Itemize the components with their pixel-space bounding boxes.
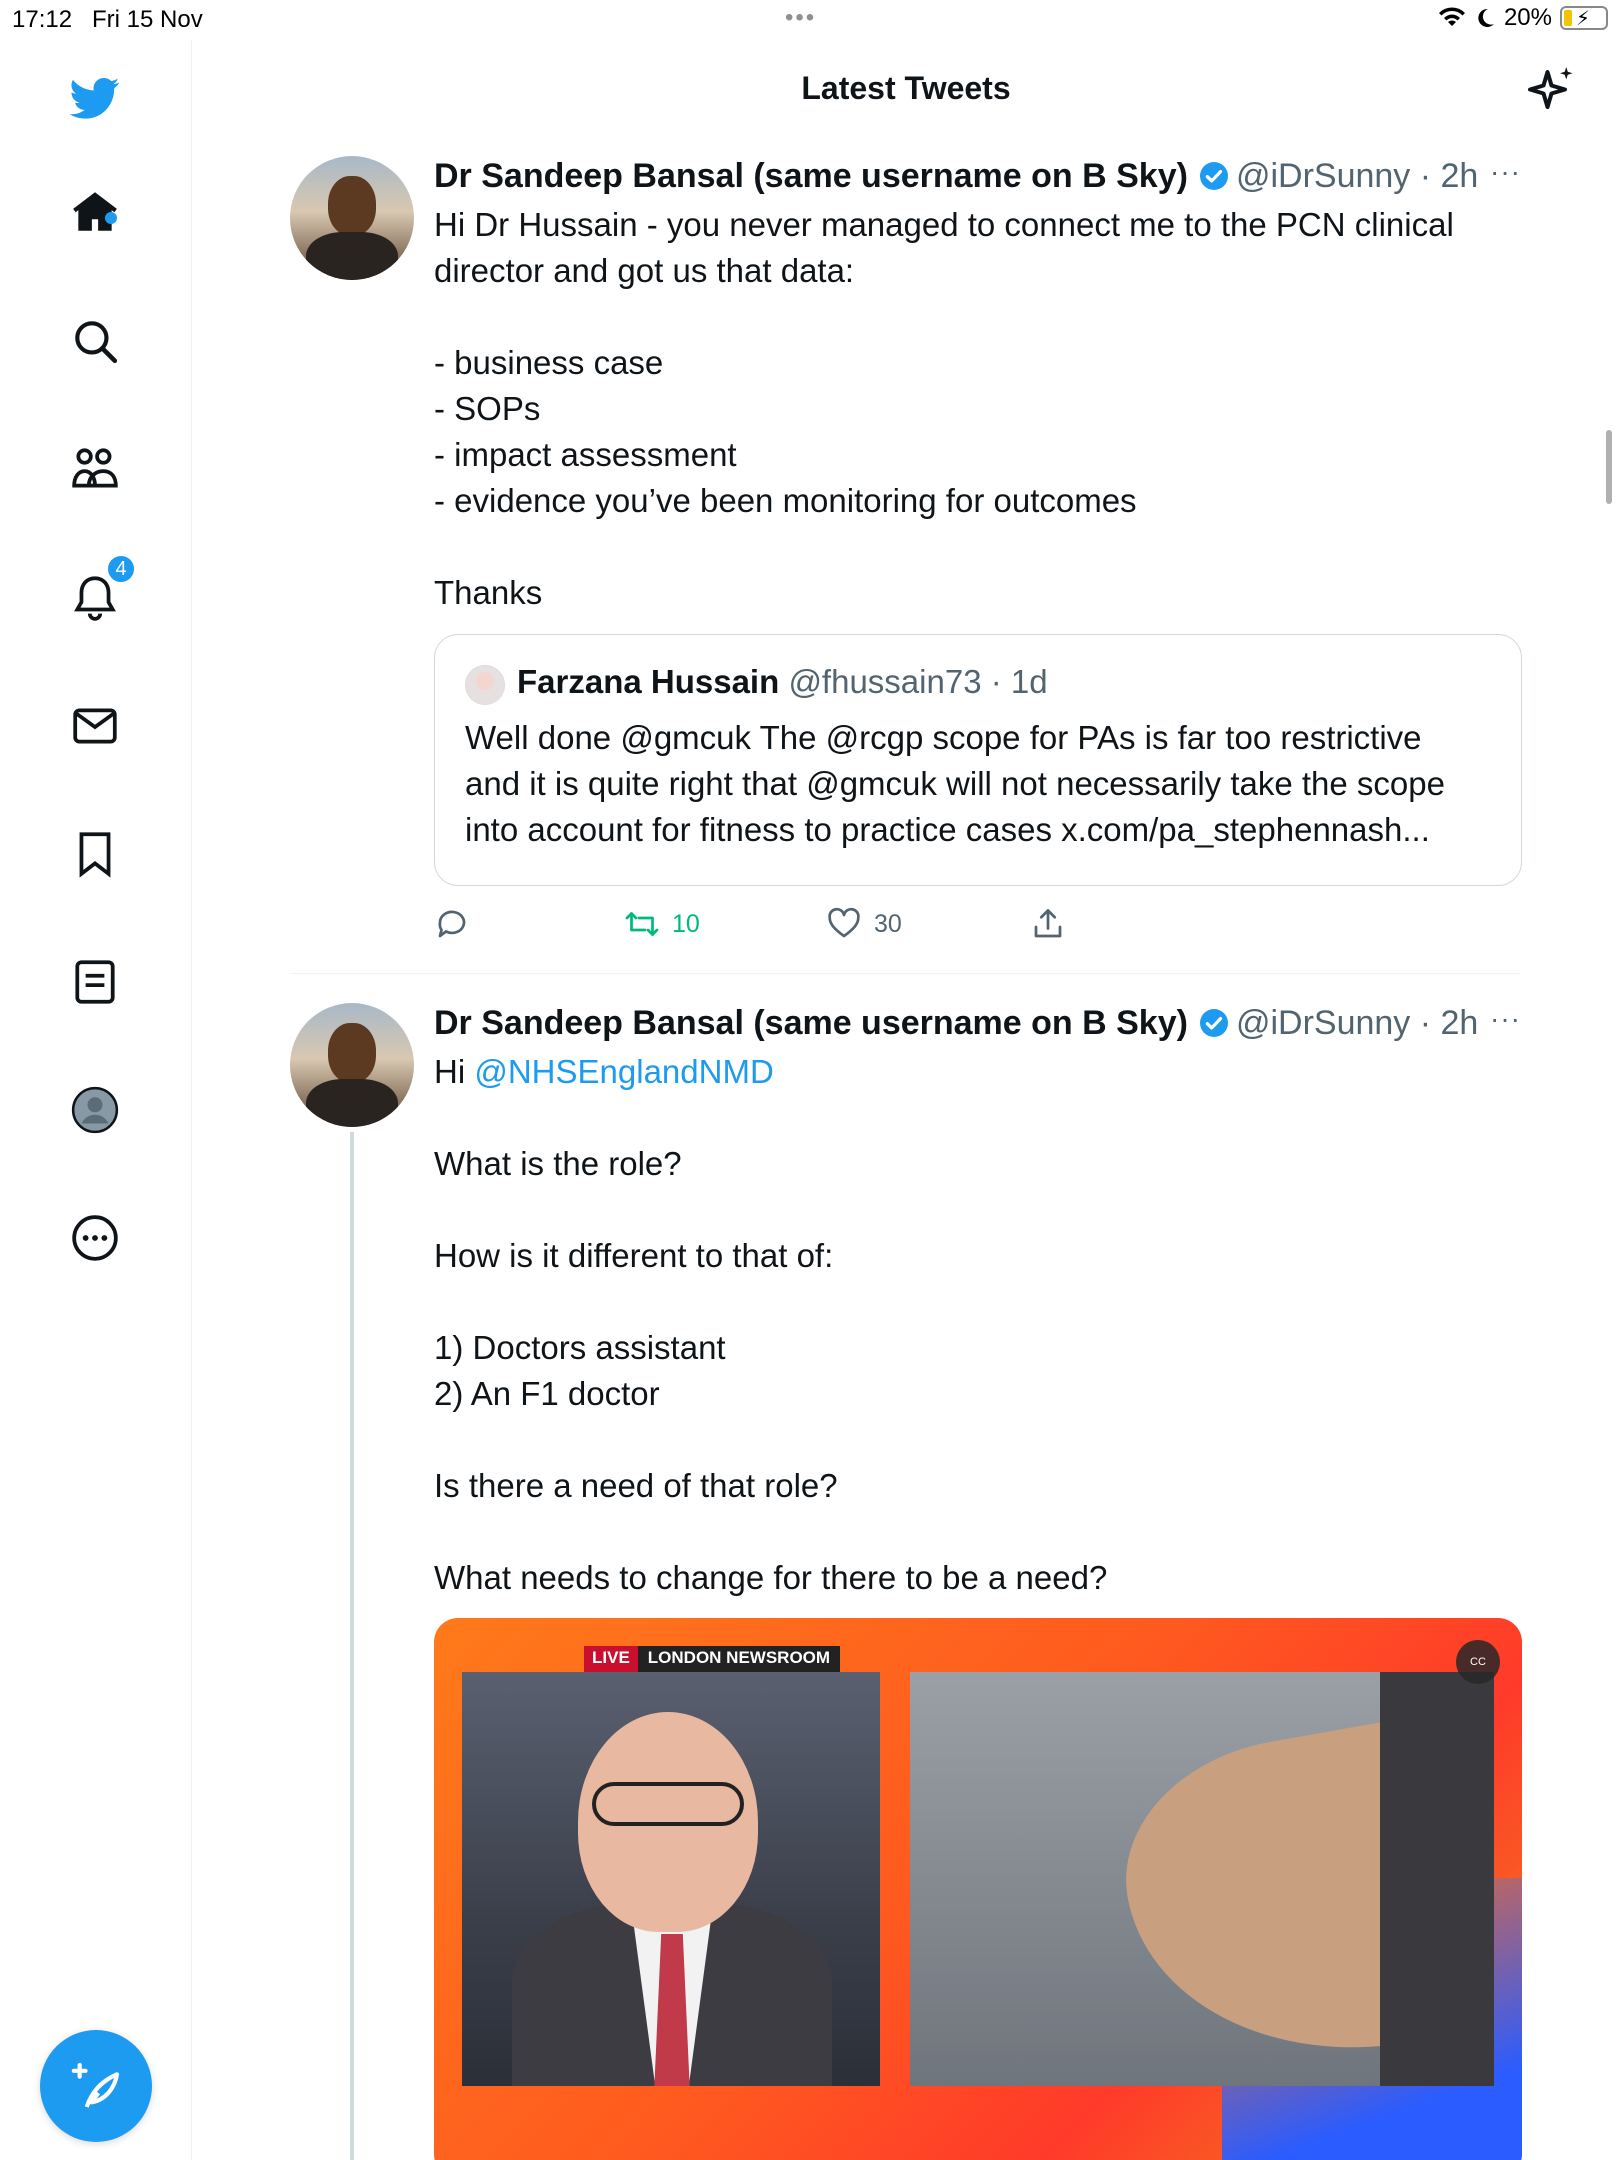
home-unread-dot [105, 212, 117, 224]
moon-icon [1478, 8, 1494, 27]
mail-icon[interactable] [65, 696, 125, 756]
profile-icon[interactable] [65, 1080, 125, 1140]
status-indicators: 20% ⚡ [1438, 4, 1608, 32]
compose-icon [71, 2062, 120, 2108]
tweet-actions: 10 30 [434, 906, 1134, 956]
reply-button[interactable] [434, 906, 470, 942]
quoted-text: Well done @gmcuk The @rcgp scope for PAs… [465, 719, 1445, 848]
author-name[interactable]: Dr Sandeep Bansal (same username on B Sk… [434, 1004, 1188, 1043]
video-frame-presenter [462, 1672, 880, 2086]
tweet-header: Dr Sandeep Bansal (same username on B Sk… [434, 156, 1478, 196]
captions-button[interactable]: CC [1456, 1640, 1500, 1684]
quoted-author-name: Farzana Hussain [517, 663, 780, 700]
tweet-greeting: Hi @NHSEnglandNMD [434, 1049, 774, 1095]
quoted-header: Farzana Hussain @fhussain73 · 1d [517, 663, 1048, 701]
battery-percent: 20% [1503, 4, 1552, 31]
quoted-avatar [465, 665, 505, 705]
sparkle-icon[interactable] [1520, 62, 1580, 122]
twitter-logo-icon[interactable] [65, 68, 125, 128]
scrollbar[interactable] [1606, 430, 1612, 504]
tweet-divider [290, 973, 1520, 974]
quoted-tweet[interactable]: Farzana Hussain @fhussain73 · 1d Well do… [434, 634, 1522, 886]
thread-line [350, 1132, 354, 2160]
timeline-header: Latest Tweets [192, 40, 1620, 140]
status-time: 17:12 [12, 6, 73, 33]
author-name[interactable]: Dr Sandeep Bansal (same username on B Sk… [434, 157, 1188, 196]
status-date: Fri 15 Nov [92, 6, 203, 33]
home-icon[interactable] [65, 182, 125, 242]
quoted-handle-time: @fhussain73 · 1d [788, 663, 1048, 700]
search-icon[interactable] [65, 311, 125, 371]
avatar[interactable] [290, 156, 414, 280]
tweet-more-button[interactable]: ··· [1490, 1003, 1521, 1035]
greeting-text: Hi [434, 1053, 475, 1090]
bookmark-icon[interactable] [65, 824, 125, 884]
share-icon [1034, 909, 1062, 938]
tweet-more-button[interactable]: ··· [1490, 156, 1521, 188]
page-title: Latest Tweets [801, 70, 1011, 106]
avatar[interactable] [290, 1003, 414, 1127]
tweet-header: Dr Sandeep Bansal (same username on B Sk… [434, 1003, 1478, 1043]
author-handle-time: @iDrSunny · 2h [1235, 1003, 1479, 1042]
video-media[interactable]: LIVE LONDON NEWSROOM CC [434, 1618, 1522, 2160]
tweet-text: What is the role? How is it different to… [434, 1145, 1108, 1596]
like-icon [828, 907, 860, 938]
wifi-icon [1438, 7, 1465, 26]
sidebar: 4 [0, 40, 192, 2160]
tweet-text: Hi Dr Hussain - you never managed to con… [434, 206, 1454, 611]
communities-icon[interactable] [65, 439, 125, 499]
share-button[interactable] [1030, 906, 1066, 942]
battery-icon: ⚡ [1560, 6, 1608, 30]
like-count: 30 [874, 909, 902, 938]
verified-icon [1199, 1009, 1228, 1037]
retweet-icon [625, 912, 659, 936]
live-banner: LIVE LONDON NEWSROOM [584, 1646, 841, 1672]
video-frame-blood-pressure [910, 1672, 1494, 2086]
reply-icon [438, 910, 466, 938]
list-icon[interactable] [65, 952, 125, 1012]
compose-button[interactable] [40, 2030, 152, 2142]
verified-icon [1199, 162, 1228, 190]
notifications-badge: 4 [106, 554, 136, 584]
retweet-count: 10 [672, 909, 700, 938]
more-circle-icon[interactable] [65, 1208, 125, 1268]
live-label: LIVE [584, 1646, 638, 1672]
channel-label: LONDON NEWSROOM [637, 1646, 841, 1672]
retweet-button[interactable]: 10 [624, 906, 700, 942]
multitask-dots-icon[interactable]: ••• [785, 4, 816, 32]
like-button[interactable]: 30 [826, 906, 902, 942]
author-handle-time: @iDrSunny · 2h [1235, 156, 1479, 195]
mention-link[interactable]: @NHSEnglandNMD [474, 1053, 773, 1090]
status-bar: 17:12 Fri 15 Nov ••• 20% ⚡ [0, 0, 1620, 40]
